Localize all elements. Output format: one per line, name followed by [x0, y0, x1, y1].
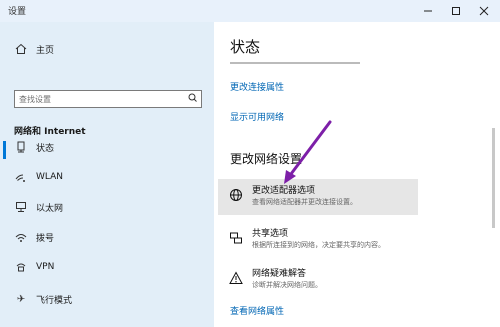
- annotation-arrow: [284, 120, 332, 184]
- settings-window: 设置 主页 网络和 Internet 状态: [0, 0, 500, 327]
